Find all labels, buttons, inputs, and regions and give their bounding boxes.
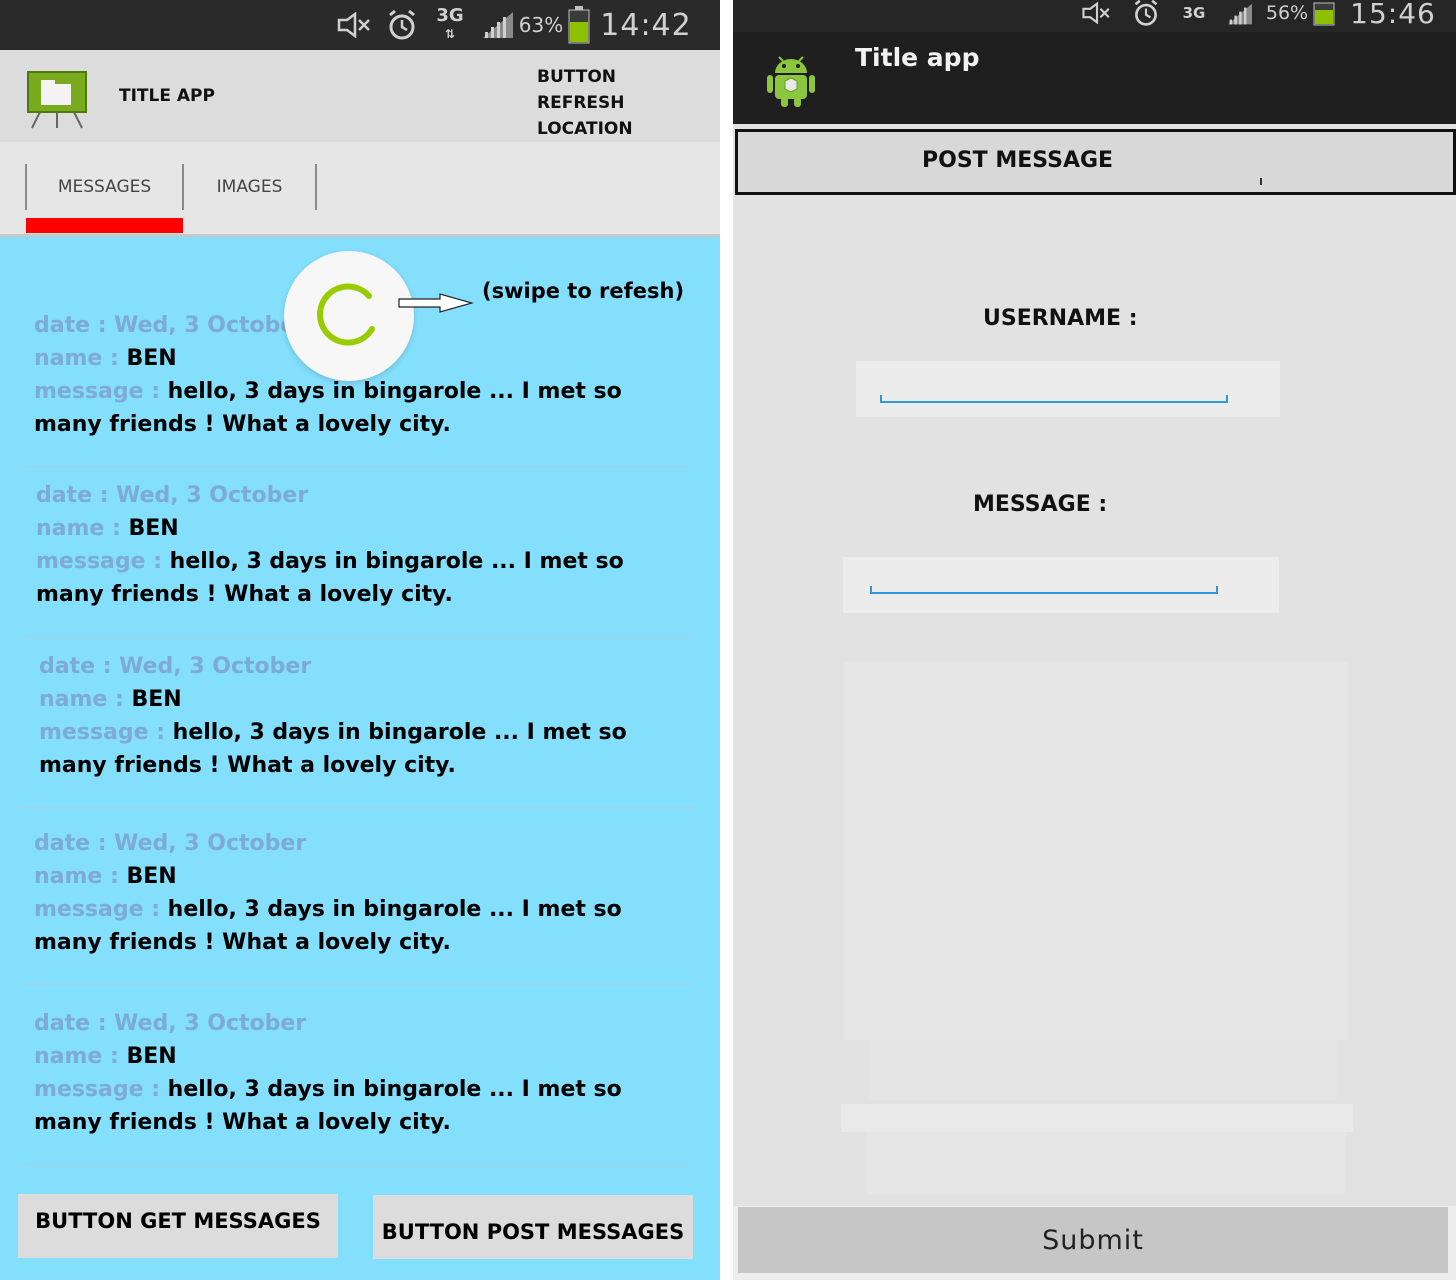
username-underline (880, 401, 1228, 403)
submit-button[interactable]: Submit (738, 1207, 1448, 1273)
mute-icon (335, 0, 375, 50)
list-divider (20, 1164, 692, 1165)
message-list[interactable]: date : Wed, 3 October name : BEN message… (0, 237, 720, 1280)
message-underline (870, 592, 1218, 594)
post-messages-label: BUTTON POST MESSAGES (381, 1220, 685, 1244)
message-body-area[interactable] (844, 662, 1348, 1040)
clock: 14:42 (600, 7, 692, 43)
username-input[interactable] (856, 361, 1280, 417)
clock: 15:46 (1350, 0, 1436, 30)
app-title: TITLE APP (119, 86, 215, 106)
blank-panel (867, 1132, 1345, 1194)
list-item[interactable]: date : Wed, 3 October name : BEN message… (34, 1007, 654, 1139)
left-phone-screen: 3G ⇅ 63% 14:42 TITLE APP BUTTON REFRESH L… (0, 0, 720, 1280)
swipe-hint: (swipe to refesh) (482, 279, 685, 303)
tab-divider (315, 164, 317, 210)
battery-percent: 56% (1265, 2, 1309, 24)
tab-bar: MESSAGES IMAGES (0, 142, 720, 237)
alarm-icon (1129, 0, 1163, 26)
blank-panel (841, 1104, 1353, 1132)
list-divider (18, 807, 698, 808)
network-3g-indicator: 3G (1182, 4, 1206, 22)
message-input[interactable] (843, 557, 1279, 613)
divider (1260, 178, 1262, 185)
battery-percent: 63% (518, 13, 564, 37)
android-icon (765, 49, 817, 113)
blank-panel (869, 1040, 1337, 1100)
underline-tick (1216, 586, 1218, 594)
underline-tick (880, 395, 882, 403)
refresh-location-button[interactable]: BUTTON REFRESH LOCATION (537, 64, 707, 142)
mute-icon (1079, 0, 1115, 26)
list-divider (20, 984, 692, 985)
list-item[interactable]: date : Wed, 3 October name : BEN message… (39, 650, 659, 782)
arrow-right-icon (398, 293, 475, 317)
alarm-icon (384, 0, 420, 50)
signal-icon (1223, 0, 1257, 28)
underline-tick (870, 586, 872, 594)
get-messages-button[interactable]: BUTTON GET MESSAGES (18, 1194, 338, 1258)
message-label: MESSAGE : (973, 492, 1108, 517)
battery-icon (566, 0, 592, 50)
tab-indicator (26, 218, 183, 233)
network-3g-indicator: 3G ⇅ (436, 5, 464, 42)
section-title: POST MESSAGE (922, 148, 1114, 173)
presentation-board-icon (26, 70, 88, 134)
post-messages-button[interactable]: BUTTON POST MESSAGES (373, 1195, 693, 1259)
list-divider (22, 636, 694, 637)
status-bar: 3G 56% 15:46 (733, 0, 1456, 32)
username-label: USERNAME : (983, 306, 1138, 331)
battery-icon (1311, 0, 1337, 28)
list-divider (20, 466, 692, 467)
spinner-icon (317, 283, 375, 346)
status-bar: 3G ⇅ 63% 14:42 (0, 0, 720, 50)
get-messages-label: BUTTON GET MESSAGES (35, 1209, 321, 1233)
list-item[interactable]: date : Wed, 3 October name : BEN message… (36, 479, 656, 611)
submit-label: Submit (1042, 1224, 1144, 1256)
app-title: Title app (855, 43, 980, 72)
post-message-header: POST MESSAGE (735, 129, 1456, 195)
app-bar: TITLE APP BUTTON REFRESH LOCATION (0, 50, 720, 142)
tab-messages[interactable]: MESSAGES (27, 164, 182, 210)
right-phone-screen: 3G 56% 15:46 Title app POST MESSAGE USER… (733, 0, 1456, 1280)
app-bar: Title app (733, 32, 1456, 124)
list-item[interactable]: date : Wed, 3 October name : BEN message… (34, 827, 654, 959)
refresh-spinner (284, 251, 414, 381)
tab-images[interactable]: IMAGES (184, 164, 315, 210)
underline-tick (1226, 395, 1228, 403)
signal-icon (480, 0, 516, 50)
